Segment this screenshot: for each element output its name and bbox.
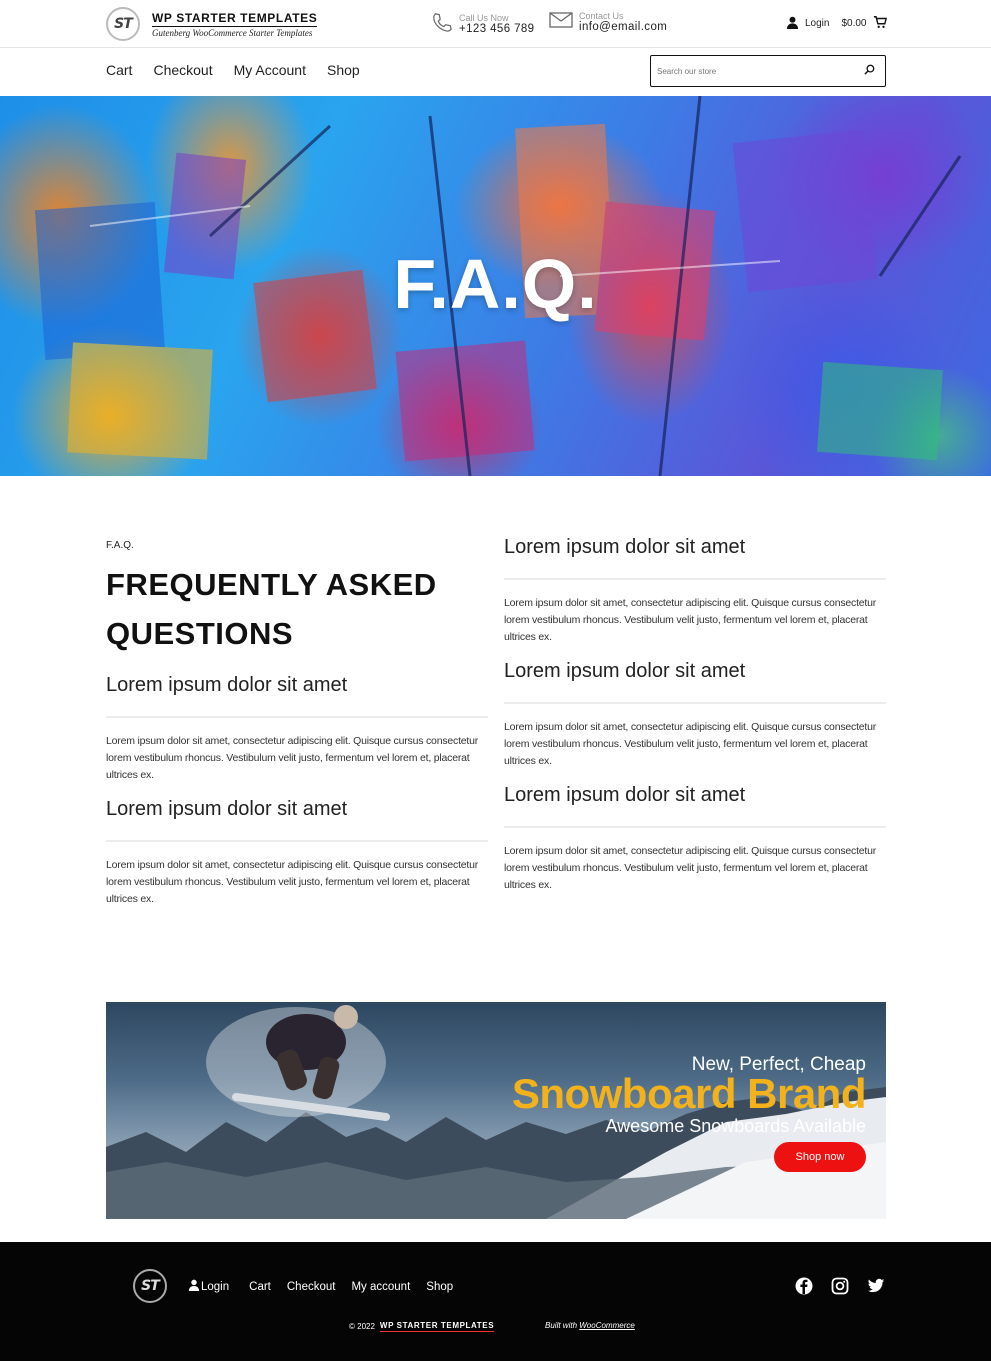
faq-item[interactable]: Lorem ipsum dolor sit amet Lorem ipsum d… [504,784,886,894]
footer-login-label: Login [201,1280,230,1293]
user-icon [188,1279,200,1294]
faq-item[interactable]: Lorem ipsum dolor sit amet Lorem ipsum d… [504,536,886,646]
brand-subtitle: Gutenberg WooCommerce Starter Templates [152,28,313,38]
faq-divider [504,826,886,828]
footer-nav-shop[interactable]: Shop [426,1281,453,1293]
hero-title: F.A.Q. [393,245,598,323]
nav-cart[interactable]: Cart [106,62,132,78]
faq-item[interactable]: Lorem ipsum dolor sit amet Lorem ipsum d… [106,798,488,908]
nav-checkout[interactable]: Checkout [153,62,212,78]
cart-total[interactable]: $0.00 [841,18,866,29]
footer-nav-my-account[interactable]: My account [351,1281,410,1293]
twitter-icon[interactable] [867,1277,885,1300]
email-label: Contact Us [579,11,624,21]
phone-number: +123 456 789 [459,23,535,35]
instagram-icon[interactable] [831,1277,849,1300]
faq-answer: Lorem ipsum dolor sit amet, consectetur … [106,859,479,905]
faq-item[interactable]: Lorem ipsum dolor sit amet Lorem ipsum d… [504,660,886,770]
built-with-label: Built with [545,1321,578,1330]
faq-heading-line2: QUESTIONS [106,616,294,651]
faq-question[interactable]: Lorem ipsum dolor sit amet [504,660,886,690]
copyright: © 2022 WP STARTER TEMPLATES [349,1321,495,1332]
nav-my-account[interactable]: My Account [234,62,306,78]
search-box [650,55,886,87]
footer-login-link[interactable]: Login [188,1279,229,1294]
search-input[interactable] [657,66,864,76]
faq-divider [106,840,488,842]
faq-eyebrow: F.A.Q. [106,540,134,551]
site-logo[interactable]: ST [106,7,140,41]
faq-answer: Lorem ipsum dolor sit amet, consectetur … [504,845,877,891]
site-brand[interactable]: WP STARTER TEMPLATES Gutenberg WooCommer… [152,9,318,38]
search-icon[interactable] [864,62,875,80]
promo-banner[interactable]: New, Perfect, Cheap Snowboard Brand Awes… [106,1002,886,1219]
phone-contact[interactable]: Call Us Now +123 456 789 [431,11,534,38]
email-contact[interactable]: Contact Us info@email.com [549,11,667,34]
shop-now-button[interactable]: Shop now [774,1142,866,1172]
promo-subtitle: Awesome Snowboards Available [605,1116,867,1136]
faq-heading: FREQUENTLY ASKED QUESTIONS [106,560,476,658]
built-with: Built with WooCommerce [545,1321,635,1330]
phone-icon [431,11,453,38]
faq-question[interactable]: Lorem ipsum dolor sit amet [504,784,886,814]
site-footer: ST Login Cart Checkout My account Shop ©… [0,1242,991,1361]
footer-nav-cart[interactable]: Cart [249,1281,271,1293]
promo-title: Snowboard Brand [511,1070,867,1117]
copyright-brand-link[interactable]: WP STARTER TEMPLATES [379,1321,495,1332]
footer-nav: Login Cart Checkout My account Shop [188,1279,453,1294]
faq-answer: Lorem ipsum dolor sit amet, consectetur … [106,735,479,781]
login-link[interactable]: Login [805,18,829,29]
brand-title: WP STARTER TEMPLATES [152,11,318,27]
faq-heading-line1: FREQUENTLY ASKED [106,567,437,602]
top-header: ST WP STARTER TEMPLATES Gutenberg WooCom… [0,0,991,48]
faq-answer: Lorem ipsum dolor sit amet, consectetur … [504,721,877,767]
account-area: Login $0.00 [786,15,887,32]
faq-divider [504,702,886,704]
facebook-icon[interactable] [795,1277,813,1300]
email-address: info@email.com [579,21,668,33]
faq-item[interactable]: Lorem ipsum dolor sit amet Lorem ipsum d… [106,674,488,784]
envelope-icon [549,11,573,34]
hero-banner: F.A.Q. [0,96,991,476]
copyright-year: © 2022 [349,1322,375,1331]
faq-divider [504,578,886,580]
faq-question[interactable]: Lorem ipsum dolor sit amet [504,536,886,566]
woocommerce-link[interactable]: WooCommerce [579,1321,635,1330]
faq-divider [106,716,488,718]
footer-nav-checkout[interactable]: Checkout [287,1281,336,1293]
faq-answer: Lorem ipsum dolor sit amet, consectetur … [504,597,877,643]
nav-shop[interactable]: Shop [327,62,360,78]
user-icon[interactable] [786,16,799,32]
main-nav: Cart Checkout My Account Shop [106,62,360,78]
faq-question[interactable]: Lorem ipsum dolor sit amet [106,674,488,704]
phone-label: Call Us Now [459,13,509,23]
social-links [795,1277,885,1300]
cart-icon[interactable] [873,15,887,32]
faq-question[interactable]: Lorem ipsum dolor sit amet [106,798,488,828]
footer-logo[interactable]: ST [133,1269,167,1303]
snowboarder-image [206,1005,390,1121]
